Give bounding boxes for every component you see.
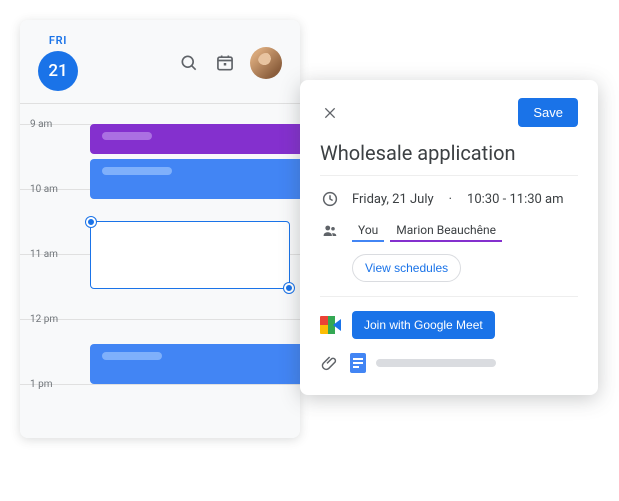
event-title-placeholder: [102, 132, 152, 140]
calendar-header: FRI 21: [20, 20, 300, 104]
attachment-icon[interactable]: [320, 354, 340, 372]
event-detail-panel: Save Wholesale application Friday, 21 Ju…: [300, 80, 598, 395]
attachment-row: [320, 353, 578, 373]
new-event-drag-selection[interactable]: [90, 221, 290, 289]
calendar-day-grid[interactable]: 9 am 10 am 11 am 12 pm 1 pm: [20, 104, 300, 438]
google-meet-row: Join with Google Meet: [320, 311, 578, 339]
hour-label: 1 pm: [30, 379, 53, 390]
event-guests-row: You Marion Beauchêne: [320, 220, 578, 242]
clock-icon: [320, 190, 340, 208]
search-icon[interactable]: [178, 52, 200, 74]
view-schedules-button[interactable]: View schedules: [352, 254, 461, 282]
view-schedules-row: View schedules: [352, 254, 578, 282]
drag-handle-start[interactable]: [86, 217, 96, 227]
hour-label: 12 pm: [30, 314, 58, 325]
event-title-placeholder: [102, 352, 162, 360]
hour-label: 10 am: [30, 184, 58, 195]
event-block-blue[interactable]: [90, 159, 300, 199]
people-icon: [320, 222, 340, 240]
calendar-header-actions: [178, 47, 282, 79]
divider: [320, 296, 578, 297]
today-icon[interactable]: [214, 52, 236, 74]
close-icon[interactable]: [320, 103, 340, 123]
guest-chips: You Marion Beauchêne: [352, 220, 502, 242]
separator-dot: ·: [449, 192, 452, 207]
event-block-purple[interactable]: [90, 124, 300, 154]
hour-label: 11 am: [30, 249, 58, 260]
event-title[interactable]: Wholesale application: [320, 141, 578, 176]
avatar[interactable]: [250, 47, 282, 79]
join-google-meet-button[interactable]: Join with Google Meet: [352, 311, 495, 339]
guest-chip-you[interactable]: You: [352, 220, 384, 242]
hour-line: 1 pm: [20, 384, 300, 385]
attachment-name-placeholder: [376, 359, 496, 367]
hour-line: 12 pm: [20, 319, 300, 320]
detail-header: Save: [320, 98, 578, 127]
date-block[interactable]: FRI 21: [38, 34, 78, 91]
day-number-badge: 21: [38, 51, 78, 91]
google-docs-icon[interactable]: [350, 353, 366, 373]
drag-handle-end[interactable]: [284, 283, 294, 293]
save-button[interactable]: Save: [518, 98, 578, 127]
event-date-text: Friday, 21 July: [352, 192, 434, 207]
hour-label: 9 am: [30, 119, 52, 130]
calendar-panel: FRI 21 9 am 10 am 11 am 12 pm 1 pm: [20, 20, 300, 438]
guest-chip-marion[interactable]: Marion Beauchêne: [390, 220, 502, 242]
event-time-row[interactable]: Friday, 21 July · 10:30 - 11:30 am: [320, 190, 578, 208]
event-title-placeholder: [102, 167, 172, 175]
event-block-blue[interactable]: [90, 344, 300, 384]
event-time-text: 10:30 - 11:30 am: [467, 192, 563, 207]
day-of-week-label: FRI: [49, 34, 67, 47]
google-meet-icon: [320, 316, 342, 334]
